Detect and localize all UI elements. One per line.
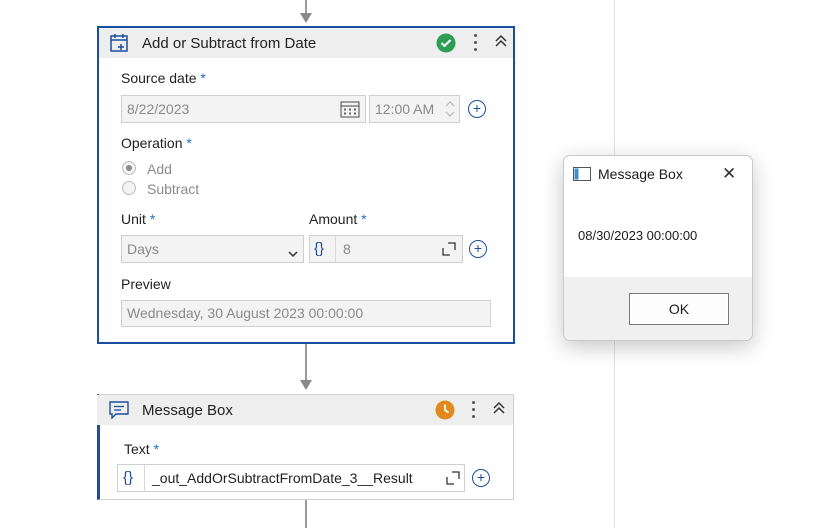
window-app-icon [573,167,591,186]
unit-select[interactable]: Days [121,235,304,263]
operation-subtract-radio[interactable] [122,181,136,195]
preview-label: Preview [121,276,171,292]
time-spinner-icon[interactable] [444,98,456,123]
expand-editor-icon[interactable] [442,242,456,259]
connector-arrow-middle [300,380,312,390]
add-argument-button[interactable]: + [469,240,487,258]
connector-line-bottom [305,500,307,528]
check-circle-icon [436,33,456,58]
source-date-input[interactable]: 8/22/2023 [121,95,366,123]
operation-subtract-label: Subtract [147,181,200,197]
expression-braces-icon: {} [123,469,134,486]
preview-field: Wednesday, 30 August 2023 00:00:00 [121,300,491,327]
dialog-message: 08/30/2023 00:00:00 [578,228,698,243]
amount-divider [335,236,336,262]
calendar-plus-icon [109,32,131,59]
expand-editor-icon[interactable] [446,471,460,488]
amount-value: 8 [343,241,351,257]
collapse-chevron-icon[interactable] [493,33,509,51]
amount-input[interactable]: {} 8 [309,235,463,263]
more-options-icon[interactable] [472,401,476,419]
text-divider [144,465,145,491]
source-date-label: Source date * [121,70,206,86]
source-time-input[interactable]: 12:00 AM [369,95,460,123]
activity-header[interactable]: Message Box [97,395,513,425]
operation-add-label: Add [147,161,172,177]
connector-line-top [305,0,307,14]
text-expression-input[interactable]: {} _out_AddOrSubtractFromDate_3__Result [117,464,465,492]
operation-label: Operation * [121,135,192,151]
add-or-subtract-from-date-activity[interactable]: Add or Subtract from Date Source date * … [97,26,515,344]
text-label: Text * [124,441,160,457]
message-icon [109,401,129,424]
dialog-title: Message Box [598,166,683,182]
activity-header[interactable]: Add or Subtract from Date [99,28,513,58]
operation-add-radio[interactable] [122,161,136,175]
activity-title: Message Box [142,402,233,419]
expression-braces-icon: {} [314,240,325,257]
chevron-down-icon [288,245,298,261]
add-argument-button[interactable]: + [472,469,490,487]
unit-label: Unit * [121,211,156,227]
calendar-icon[interactable] [340,100,360,121]
message-box-activity[interactable]: Message Box Text * {} _out_AddOrSubtract… [97,394,514,500]
ok-button[interactable]: OK [629,293,729,325]
close-icon[interactable]: ✕ [722,164,736,184]
text-expression-value: _out_AddOrSubtractFromDate_3__Result [152,470,413,486]
connector-line-middle [305,344,307,380]
collapse-chevron-icon[interactable] [491,400,507,418]
clock-icon [435,400,455,425]
more-options-icon[interactable] [474,34,478,52]
add-argument-button[interactable]: + [468,100,486,118]
amount-label: Amount * [309,211,367,227]
dialog-footer: OK [564,277,752,340]
connector-arrow-top [300,13,312,23]
message-box-dialog[interactable]: Message Box ✕ 08/30/2023 00:00:00 OK [563,155,753,341]
activity-title: Add or Subtract from Date [142,35,317,52]
